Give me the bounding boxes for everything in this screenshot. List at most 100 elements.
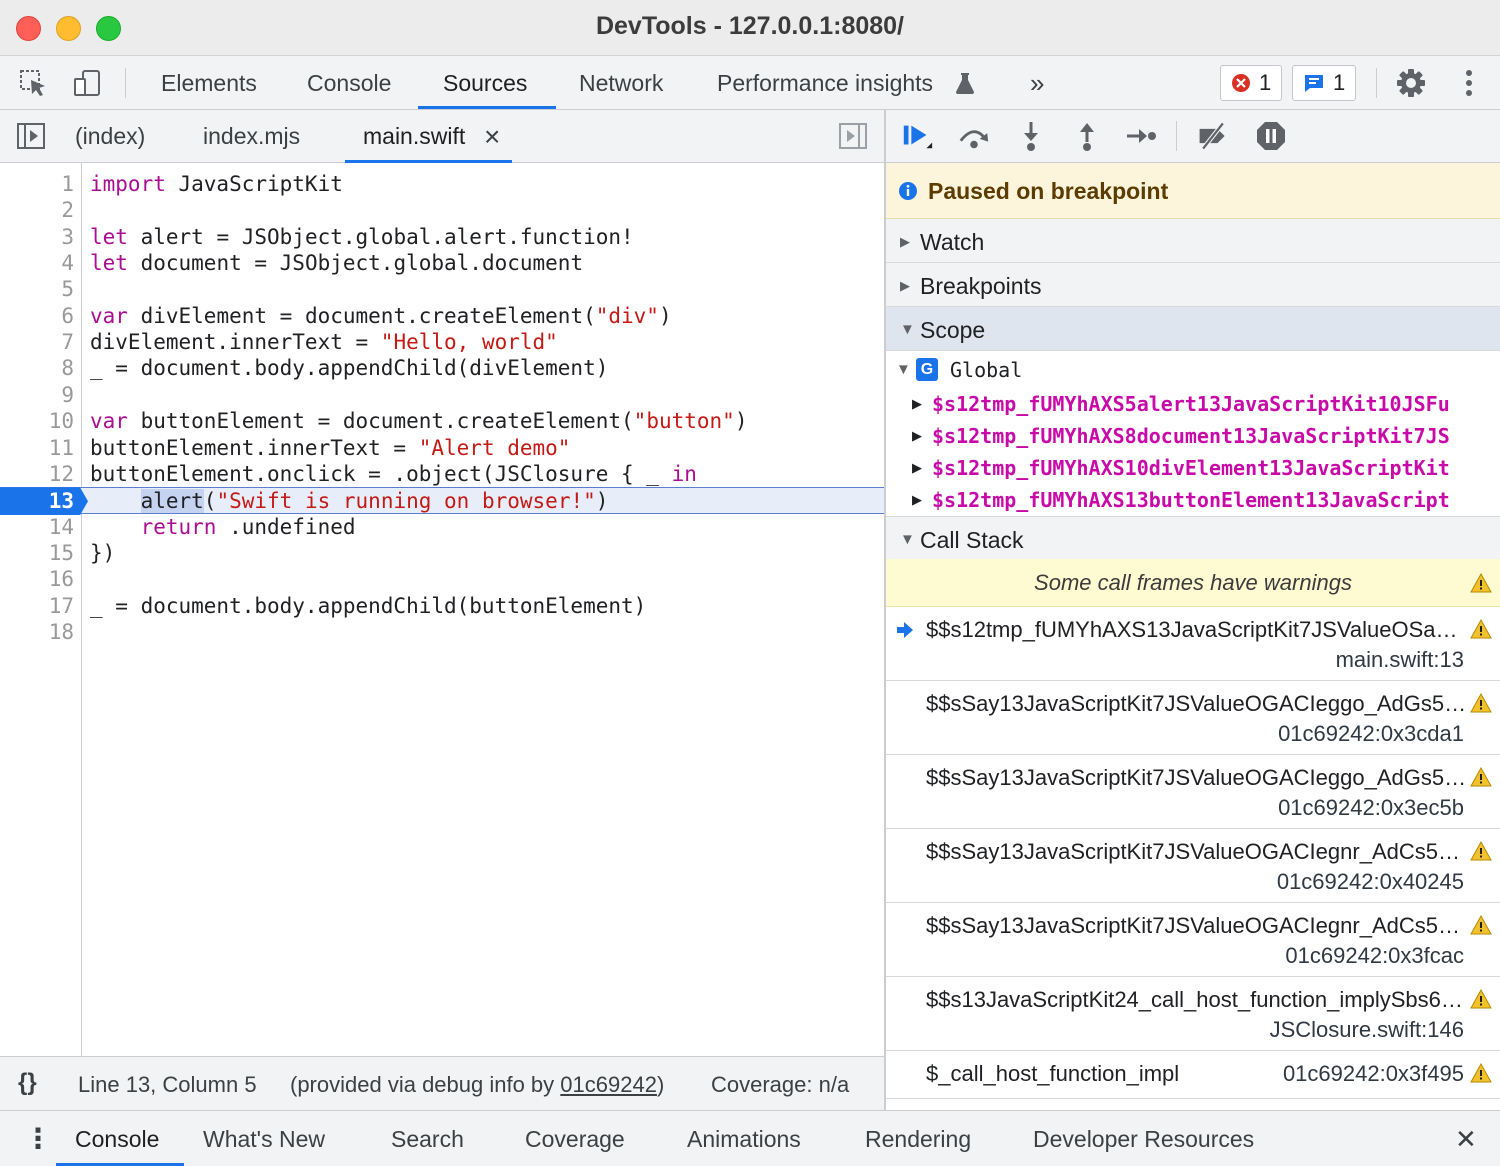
editor-tab-main-swift[interactable]: main.swift [363,110,465,163]
code-line[interactable]: 2 [0,197,885,223]
step-out-icon[interactable] [1070,119,1104,153]
step-over-icon[interactable] [957,119,991,153]
line-number[interactable]: 5 [0,276,74,302]
code-line[interactable]: 9 [0,382,885,408]
call-stack-section-header[interactable]: ▼ Call Stack [886,516,1500,560]
pause-on-exceptions-icon[interactable] [1254,119,1288,153]
call-frame-location[interactable]: 01c69242:0x3cda1 [1278,721,1464,747]
code-line[interactable]: 13 alert("Swift is running on browser!") [0,487,885,516]
code-line[interactable]: 5 [0,276,885,302]
code-line[interactable]: 4 let document = JSObject.global.document [0,250,885,276]
code-line[interactable]: 8 _ = document.body.appendChild(divElemen… [0,355,885,381]
code-token: .undefined [216,514,356,539]
scope-property-row[interactable]: ▶ $s12tmp_fUMYhAXS5alert13JavaScriptKit1… [886,389,1500,421]
tab-elements[interactable]: Elements [161,56,257,110]
drawer-menu-button[interactable]: ⋮ [24,1111,52,1166]
code-line[interactable]: 14 return .undefined [0,514,885,540]
call-frame-location[interactable]: 01c69242:0x3ec5b [1278,795,1464,821]
scope-global-row[interactable]: ▼ G Global [886,355,1500,387]
step-into-icon[interactable] [1014,119,1048,153]
gear-icon[interactable] [1394,66,1428,100]
code-text: let document = JSObject.global.document [90,250,583,276]
watch-section-header[interactable]: ▶ Watch [886,219,1500,263]
tab-network[interactable]: Network [579,56,663,110]
call-frame-location[interactable]: 01c69242:0x3fcac [1285,943,1464,969]
line-number[interactable]: 6 [0,303,74,329]
code-line[interactable]: 3 let alert = JSObject.global.alert.funct… [0,224,885,250]
line-number[interactable]: 7 [0,329,74,355]
scope-property-row[interactable]: ▶ $s12tmp_fUMYhAXS8document13JavaScriptK… [886,421,1500,453]
call-frame-location[interactable]: 01c69242:0x3f495 [1283,1061,1464,1087]
drawer-tab-whats-new[interactable]: What's New [203,1111,325,1166]
editor-tab-index[interactable]: (index) [75,110,145,163]
line-number[interactable]: 15 [0,540,74,566]
close-drawer-button[interactable]: ✕ [1455,1111,1477,1166]
drawer-tab-rendering[interactable]: Rendering [865,1111,971,1166]
editor-tab-bar: (index) index.mjs main.swift × [0,110,885,163]
drawer-tab-animations[interactable]: Animations [687,1111,801,1166]
code-line[interactable]: 17 _ = document.body.appendChild(buttonEl… [0,593,885,619]
drawer-tab-search[interactable]: Search [391,1111,464,1166]
line-number[interactable]: 17 [0,593,74,619]
line-number[interactable]: 1 [0,171,74,197]
more-tabs-button[interactable]: » [1030,56,1044,110]
code-line[interactable]: 7 divElement.innerText = "Hello, world" [0,329,885,355]
more-options-icon[interactable] [1452,66,1486,100]
call-frame[interactable]: $$sSay13JavaScriptKit7JSValueOGACIegnr_A… [886,829,1500,903]
drawer-tab-console[interactable]: Console [75,1111,159,1166]
breakpoints-section-header[interactable]: ▶ Breakpoints [886,263,1500,307]
scope-section-header[interactable]: ▼ Scope [886,307,1500,351]
line-number[interactable]: 14 [0,514,74,540]
call-frame[interactable]: $$s12tmp_fUMYhAXS13JavaScriptKit7JSValue… [886,607,1500,681]
call-frame[interactable]: $_call_host_function_impl 01c69242:0x3f49… [886,1051,1500,1099]
message-count-badge[interactable]: 1 [1292,65,1357,101]
line-number[interactable]: 16 [0,566,74,592]
call-frame[interactable]: $$s13JavaScriptKit24_call_host_function_… [886,977,1500,1051]
editor-tab-index-mjs[interactable]: index.mjs [203,110,300,163]
line-number[interactable]: 13 [0,488,74,514]
toggle-navigator-icon[interactable] [14,119,48,153]
step-icon[interactable] [1124,119,1158,153]
tab-sources[interactable]: Sources [443,56,527,110]
code-line[interactable]: 11 buttonElement.innerText = "Alert demo" [0,435,885,461]
line-number[interactable]: 3 [0,224,74,250]
scope-property-row[interactable]: ▶ $s12tmp_fUMYhAXS13buttonElement13JavaS… [886,485,1500,517]
source-link[interactable]: 01c69242 [560,1072,657,1097]
pretty-print-button[interactable]: {} [18,1069,37,1097]
call-frame[interactable]: $$sSay13JavaScriptKit7JSValueOGACIeggo_A… [886,755,1500,829]
drawer-tab-coverage[interactable]: Coverage [525,1111,625,1166]
scope-property-row[interactable]: ▶ $s12tmp_fUMYhAXS10divElement13JavaScri… [886,453,1500,485]
close-tab-icon[interactable]: × [484,110,500,163]
device-toolbar-icon[interactable] [70,66,104,100]
line-number[interactable]: 2 [0,197,74,223]
warning-icon [1470,692,1492,713]
call-frame-location[interactable]: 01c69242:0x40245 [1277,869,1464,895]
call-frame[interactable]: $$sSay13JavaScriptKit7JSValueOGACIeggo_A… [886,681,1500,755]
call-frame-location[interactable]: JSClosure.swift:146 [1270,1017,1464,1043]
error-count-badge[interactable]: 1 [1220,65,1283,101]
tab-performance-insights[interactable]: Performance insights [717,56,933,110]
code-line[interactable]: 16 [0,566,885,592]
call-frame-location[interactable]: main.swift:13 [1336,647,1464,673]
call-frame[interactable]: $$sSay13JavaScriptKit7JSValueOGACIegnr_A… [886,903,1500,977]
code-line[interactable]: 6 var divElement = document.createElement… [0,303,885,329]
line-number[interactable]: 10 [0,408,74,434]
code-line[interactable]: 15}) [0,540,885,566]
line-number[interactable]: 9 [0,382,74,408]
line-number[interactable]: 18 [0,619,74,645]
code-line[interactable]: 18 [0,619,885,645]
code-line[interactable]: 10 var buttonElement = document.createEle… [0,408,885,434]
line-number[interactable]: 4 [0,250,74,276]
line-number[interactable]: 8 [0,355,74,381]
code-line[interactable]: 12 buttonElement.onclick = .object(JSClos… [0,461,885,487]
resume-icon[interactable] [900,119,934,153]
deactivate-breakpoints-icon[interactable] [1196,119,1230,153]
drawer-tab-developer-resources[interactable]: Developer Resources [1033,1111,1254,1166]
toggle-debugger-icon[interactable] [836,119,870,153]
line-number[interactable]: 11 [0,435,74,461]
tab-console[interactable]: Console [307,56,391,110]
line-number[interactable]: 12 [0,461,74,487]
code-line[interactable]: 1 import JavaScriptKit [0,171,885,197]
code-editor[interactable]: 1 import JavaScriptKit 2 3 let alert = JSObj… [0,163,885,1056]
inspect-element-icon[interactable] [16,66,50,100]
